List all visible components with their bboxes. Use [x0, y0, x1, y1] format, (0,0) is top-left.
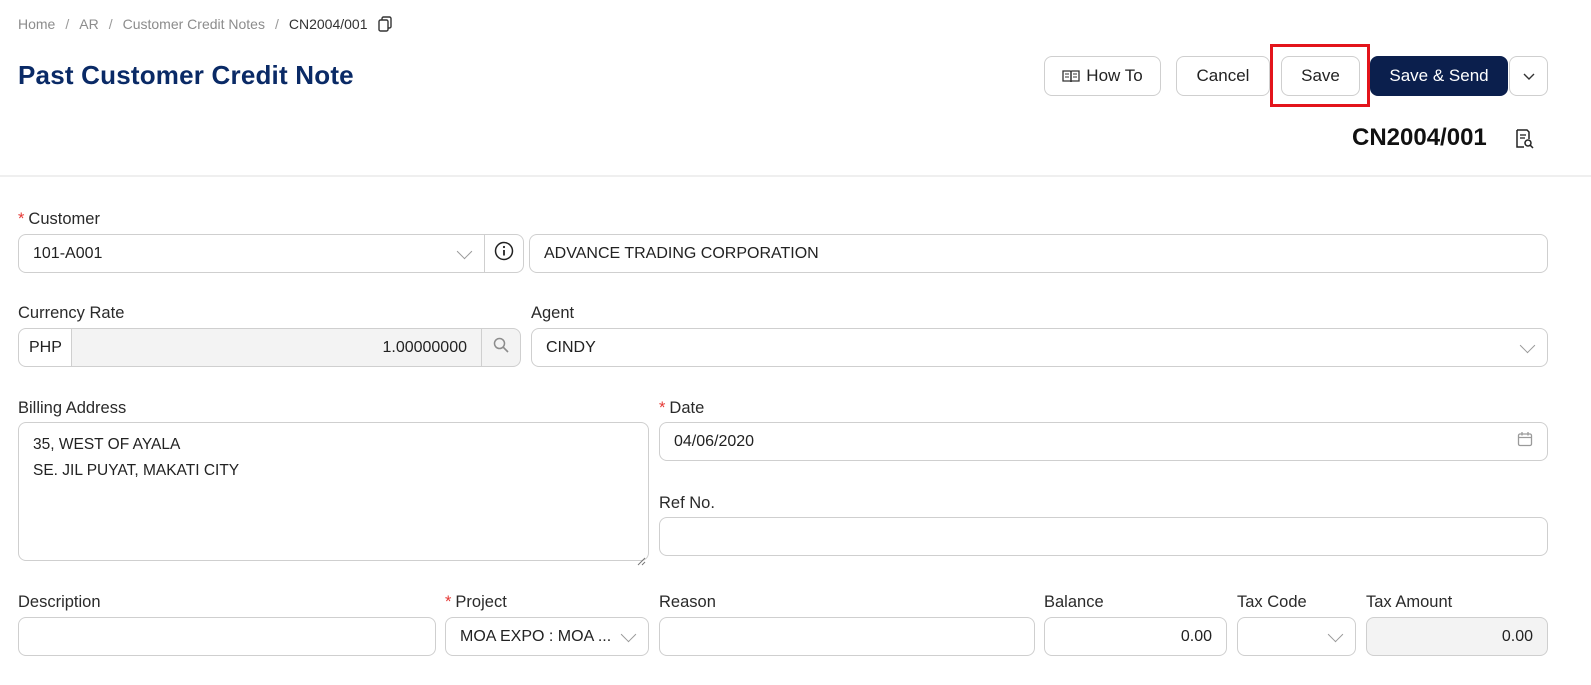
project-select[interactable]: MOA EXPO : MOA ... [445, 617, 649, 656]
billing-address-line1: 35, WEST OF AYALA [33, 436, 181, 453]
currency-rate-input[interactable]: 1.00000000 [71, 328, 482, 367]
customer-code-select[interactable]: 101-A001 [18, 234, 485, 273]
breadcrumb-ar[interactable]: AR [79, 16, 98, 32]
cancel-button[interactable]: Cancel [1176, 56, 1270, 96]
info-icon [494, 241, 514, 266]
project-value: MOA EXPO : MOA ... [460, 627, 612, 645]
agent-select[interactable]: CINDY [531, 328, 1548, 367]
resize-handle-icon[interactable] [637, 549, 646, 566]
currency-search-button[interactable] [481, 328, 521, 367]
breadcrumb-customer-credit-notes[interactable]: Customer Credit Notes [123, 16, 265, 32]
currency-code: PHP [18, 328, 72, 367]
chevron-down-icon [1519, 337, 1536, 353]
description-input[interactable] [18, 617, 436, 656]
balance-input[interactable]: 0.00 [1044, 617, 1227, 656]
breadcrumb-current: CN2004/001 [288, 16, 368, 32]
customer-name-field[interactable]: ADVANCE TRADING CORPORATION [529, 234, 1548, 273]
breadcrumb-separator: / [108, 16, 113, 32]
calendar-icon [1517, 431, 1533, 452]
book-icon [1062, 69, 1080, 83]
date-picker[interactable]: 04/06/2020 [659, 422, 1548, 461]
chevron-down-icon [1327, 626, 1344, 642]
page-title: Past Customer Credit Note [18, 60, 354, 90]
how-to-label: How To [1086, 66, 1143, 85]
save-button[interactable]: Save [1281, 56, 1360, 96]
balance-label: Balance [1044, 593, 1104, 611]
ref-no-input[interactable] [659, 517, 1548, 556]
date-label: * Date [659, 399, 705, 417]
customer-label: * Customer [18, 210, 100, 228]
reason-input[interactable] [659, 617, 1035, 656]
agent-value: CINDY [546, 338, 596, 356]
project-label: * Project [445, 593, 507, 611]
billing-address-label: Billing Address [18, 399, 127, 417]
breadcrumb: Home / AR / Customer Credit Notes / CN20… [18, 14, 392, 34]
breadcrumb-home[interactable]: Home [18, 16, 55, 32]
breadcrumb-separator: / [65, 16, 70, 32]
reason-label: Reason [659, 593, 716, 611]
copy-icon[interactable] [377, 16, 392, 32]
customer-info-button[interactable] [484, 234, 524, 273]
date-value: 04/06/2020 [674, 432, 755, 450]
search-icon [493, 337, 509, 358]
billing-address-line2: SE. JIL PUYAT, MAKATI CITY [33, 462, 240, 479]
chevron-down-icon [456, 243, 473, 259]
how-to-button[interactable]: How To [1044, 56, 1161, 96]
save-send-button[interactable]: Save & Send [1370, 56, 1508, 96]
chevron-down-icon [1523, 66, 1535, 86]
customer-code-value: 101-A001 [33, 244, 103, 262]
more-actions-dropdown-button[interactable] [1509, 56, 1548, 96]
header-divider [0, 175, 1591, 177]
tax-amount-label: Tax Amount [1366, 593, 1453, 611]
breadcrumb-separator: / [274, 16, 279, 32]
chevron-down-icon [620, 626, 637, 642]
tax-amount-field: 0.00 [1366, 617, 1548, 656]
agent-label: Agent [531, 304, 575, 322]
currency-rate-label: Currency Rate [18, 304, 125, 322]
tax-code-label: Tax Code [1237, 593, 1307, 611]
tax-code-select[interactable] [1237, 617, 1356, 656]
document-preview-icon[interactable] [1514, 129, 1534, 149]
description-label: Description [18, 593, 101, 611]
billing-address-textarea[interactable]: 35, WEST OF AYALA SE. JIL PUYAT, MAKATI … [18, 422, 649, 566]
ref-no-label: Ref No. [659, 494, 715, 512]
document-number: CN2004/001 [1352, 124, 1487, 151]
